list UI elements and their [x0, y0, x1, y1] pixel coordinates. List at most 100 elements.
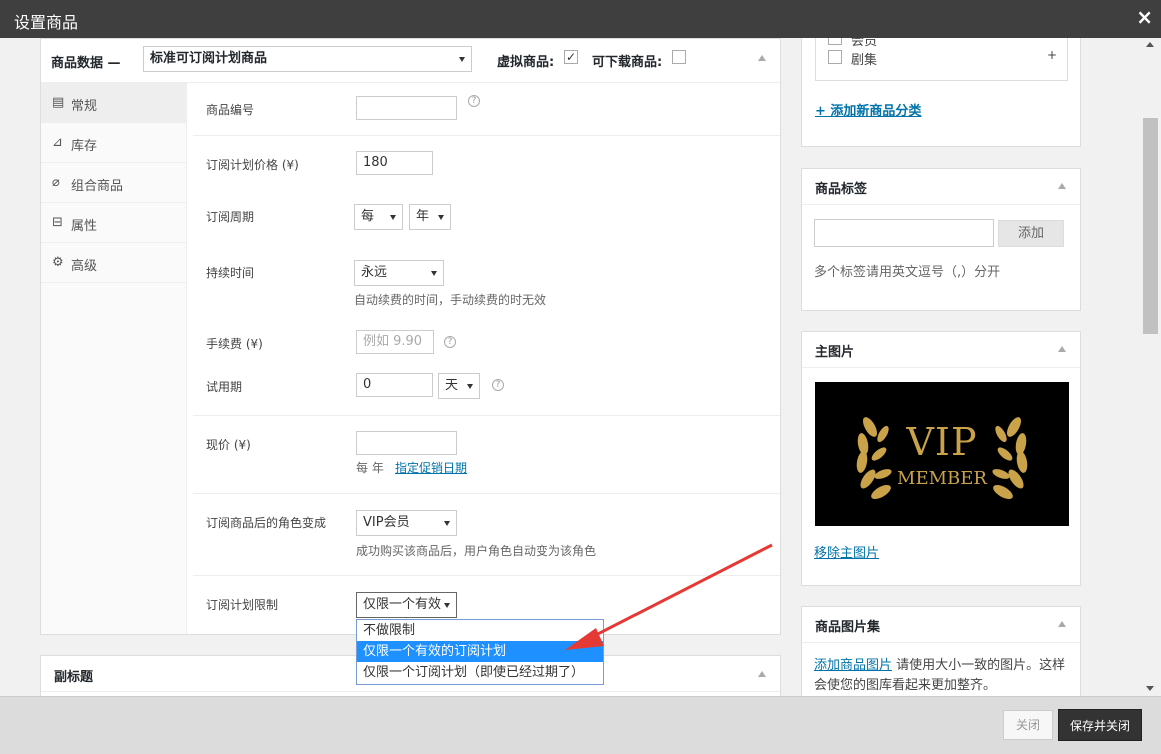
fee-label: 手续费 (¥) — [206, 337, 263, 351]
link-icon: ⌀ — [52, 175, 60, 190]
help-icon[interactable]: ? — [492, 379, 504, 391]
category-item: 剧集 — [851, 53, 878, 68]
tab-inventory[interactable]: ⊿ 库存 — [41, 123, 186, 163]
gallery-title: 商品图片集 — [815, 620, 881, 635]
close-button[interactable]: 关闭 — [1003, 710, 1053, 740]
period-unit-value: 年 — [416, 209, 430, 224]
add-gallery-image-link[interactable]: 添加商品图片 — [814, 658, 892, 673]
limit-option-selected[interactable]: 仅限一个有效的订阅计划 — [357, 641, 603, 662]
remove-featured-image-link[interactable]: 移除主图片 — [814, 542, 879, 561]
virtual-label: 虚拟商品: — [497, 55, 555, 70]
trial-unit-select[interactable]: 天 — [438, 373, 480, 399]
sale-hint: 每 年 — [356, 461, 384, 475]
tab-label: 库存 — [71, 139, 98, 154]
sale-price-input[interactable] — [356, 431, 457, 455]
category-checkbox[interactable] — [828, 50, 842, 64]
limit-option[interactable]: 不做限制 — [357, 620, 603, 641]
dialog-titlebar: 设置商品 × — [0, 0, 1161, 38]
period-label: 订阅周期 — [206, 210, 255, 224]
virtual-checkbox[interactable]: ✓ — [564, 50, 578, 64]
limit-select[interactable]: 仅限一个有效 — [356, 592, 457, 618]
tab-advanced[interactable]: ⚙ 高级 — [41, 243, 186, 283]
limit-label: 订阅计划限制 — [206, 598, 279, 612]
tag-input[interactable] — [814, 219, 994, 247]
downloadable-label: 可下载商品: — [592, 55, 663, 70]
role-hint: 成功购买该商品后，用户角色自动变为该角色 — [356, 544, 597, 558]
tab-label: 属性 — [71, 219, 98, 234]
add-child-icon[interactable]: + — [1047, 48, 1057, 62]
product-type-select[interactable]: 标准可订阅计划商品 — [143, 46, 472, 72]
product-data-heading: 商品数据 — — [51, 56, 121, 71]
duration-hint: 自动续费的时间，手动续费的时无效 — [354, 293, 547, 307]
box-icon: ⊟ — [52, 215, 63, 230]
price-label: 订阅计划价格 (¥) — [206, 158, 299, 172]
close-icon[interactable]: × — [1136, 5, 1153, 29]
dialog-content: 商品数据 — 标准可订阅计划商品 虚拟商品: ✓ 可下载商品: ▤ 常规 ⊿ 库… — [0, 38, 1161, 696]
role-label: 订阅商品后的角色变成 — [206, 516, 327, 530]
collapse-toggle-icon[interactable] — [1058, 621, 1066, 627]
help-icon[interactable]: ? — [444, 336, 456, 348]
collapse-toggle-icon[interactable] — [758, 671, 766, 677]
price-input[interactable]: 180 — [356, 151, 433, 175]
period-unit-select[interactable]: 年 — [409, 204, 451, 230]
scroll-up-icon[interactable] — [1146, 42, 1154, 47]
scrollbar[interactable] — [1141, 38, 1161, 696]
divider — [193, 493, 780, 494]
scrollbar-thumb[interactable] — [1143, 118, 1158, 334]
featured-image-title: 主图片 — [815, 345, 855, 360]
tab-general[interactable]: ▤ 常规 — [41, 83, 186, 123]
divider — [41, 691, 780, 692]
subtitle-panel-title: 副标题 — [54, 670, 94, 685]
schedule-sale-link[interactable]: 指定促销日期 — [395, 459, 467, 476]
help-icon[interactable]: ? — [468, 95, 480, 107]
limit-option[interactable]: 仅限一个订阅计划（即使已经过期了） — [357, 662, 603, 683]
sale-price-label: 现价 (¥) — [206, 438, 251, 452]
list-icon: ▤ — [52, 95, 65, 110]
trial-input[interactable]: 0 — [356, 373, 433, 397]
period-interval-select[interactable]: 每 — [354, 204, 403, 230]
fee-input[interactable]: 例如 9.90 — [356, 330, 434, 354]
divider — [193, 575, 780, 576]
duration-label: 持续时间 — [206, 266, 255, 280]
divider — [193, 135, 780, 136]
featured-image-text-member: MEMBER — [897, 468, 987, 489]
period-interval-value: 每 — [361, 209, 375, 224]
dialog-footer: 关闭 保存并关闭 — [0, 696, 1161, 754]
tab-linked-products[interactable]: ⌀ 组合商品 — [41, 163, 186, 203]
duration-select[interactable]: 永远 — [354, 260, 444, 286]
divider — [193, 415, 780, 416]
tab-label: 高级 — [71, 259, 98, 274]
gallery-description: 添加商品图片 请使用大小一致的图片。这样会使您的图库看起来更加整齐。 — [814, 656, 1072, 696]
chart-icon: ⊿ — [52, 135, 63, 150]
sku-input[interactable] — [356, 96, 457, 120]
product-type-value: 标准可订阅计划商品 — [150, 51, 268, 66]
collapse-toggle-icon[interactable] — [1058, 346, 1066, 352]
trial-label: 试用期 — [206, 380, 243, 394]
tab-label: 常规 — [71, 99, 98, 114]
category-partial-item: 会员 — [851, 38, 878, 49]
collapse-toggle-icon[interactable] — [1058, 183, 1066, 189]
role-value: VIP会员 — [363, 515, 410, 530]
divider — [802, 367, 1080, 368]
add-tag-button[interactable]: 添加 — [998, 220, 1064, 247]
duration-value: 永远 — [361, 265, 388, 280]
featured-image-text-vip: VIP — [906, 420, 978, 464]
trial-unit-value: 天 — [445, 378, 459, 393]
tags-panel-title: 商品标签 — [815, 182, 868, 197]
limit-dropdown-list: 不做限制 仅限一个有效的订阅计划 仅限一个订阅计划（即使已经过期了） — [356, 619, 604, 685]
add-category-link[interactable]: + 添加新商品分类 — [815, 100, 921, 119]
sku-label: 商品编号 — [206, 103, 255, 117]
tab-label: 组合商品 — [71, 179, 124, 194]
save-and-close-button[interactable]: 保存并关闭 — [1058, 709, 1142, 741]
divider — [802, 642, 1080, 643]
dialog-title: 设置商品 — [14, 13, 79, 32]
downloadable-checkbox[interactable] — [672, 50, 686, 64]
collapse-toggle-icon[interactable] — [758, 55, 766, 61]
scroll-down-icon[interactable] — [1146, 686, 1154, 691]
tab-attributes[interactable]: ⊟ 属性 — [41, 203, 186, 243]
category-checkbox[interactable] — [828, 38, 842, 45]
role-select[interactable]: VIP会员 — [356, 510, 457, 536]
tags-hint: 多个标签请用英文逗号（,）分开 — [814, 265, 1001, 280]
limit-value: 仅限一个有效 — [363, 597, 442, 612]
featured-image[interactable]: VIP MEMBER — [815, 382, 1069, 526]
